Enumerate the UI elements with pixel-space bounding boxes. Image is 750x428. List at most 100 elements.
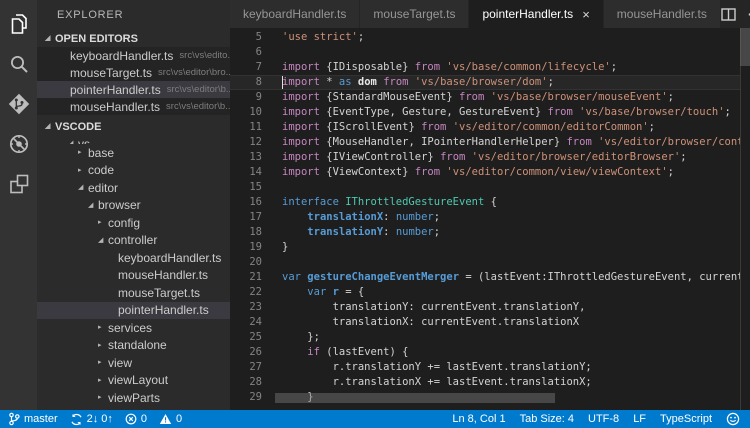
code-text: 'use strict';	[282, 30, 740, 45]
code-line-17[interactable]: 17 translationX: number;	[230, 210, 740, 225]
vertical-scrollbar-thumb[interactable]	[740, 28, 750, 66]
tree-item-view[interactable]: ▸view	[37, 354, 230, 372]
tree-item-services[interactable]: ▸services	[37, 319, 230, 337]
code-text: if (lastEvent) {	[282, 345, 740, 360]
code-line-18[interactable]: 18 translationY: number;	[230, 225, 740, 240]
line-number: 14	[230, 165, 282, 180]
open-editor-keyboardHandler.ts[interactable]: keyboardHandler.tssrc\vs\edito...	[37, 47, 230, 64]
status-eol[interactable]: LF	[633, 413, 646, 425]
code-line-24[interactable]: 24 translationX: currentEvent.translatio…	[230, 315, 740, 330]
code-line-25[interactable]: 25 };	[230, 330, 740, 345]
twisty-collapsed-icon: ▸	[98, 359, 108, 366]
activity-extensions[interactable]	[7, 172, 31, 196]
tree-item-mouseTarget.ts[interactable]: mouseTarget.ts	[37, 284, 230, 302]
open-editor-mouseTarget.ts[interactable]: mouseTarget.tssrc\vs\editor\bro...	[37, 64, 230, 81]
tree-item-mouseHandler.ts[interactable]: mouseHandler.ts	[37, 267, 230, 285]
code-line-10[interactable]: 10import {EventType, Gesture, GestureEve…	[230, 105, 740, 120]
activity-source-control[interactable]	[7, 92, 31, 116]
status-encoding-label: UTF-8	[588, 413, 619, 425]
status-sync[interactable]: 2↓ 0↑	[70, 413, 113, 426]
line-number: 16	[230, 195, 282, 210]
line-number: 7	[230, 60, 282, 75]
line-number: 25	[230, 330, 282, 345]
tree-item-config[interactable]: ▸config	[37, 214, 230, 232]
tab-keyboardHandler.ts[interactable]: keyboardHandler.ts	[230, 0, 360, 28]
code-line-26[interactable]: 26 if (lastEvent) {	[230, 345, 740, 360]
code-editor[interactable]: 5'use strict';67import {IDisposable} fro…	[230, 28, 750, 410]
code-line-13[interactable]: 13import {IViewController} from 'vs/edit…	[230, 150, 740, 165]
status-language-label: TypeScript	[660, 413, 712, 425]
tree-item-controller[interactable]: ◢controller	[37, 232, 230, 250]
code-line-22[interactable]: 22 var r = {	[230, 285, 740, 300]
tab-mouseTarget.ts[interactable]: mouseTarget.ts	[360, 0, 469, 28]
tree-item-browser[interactable]: ◢browser	[37, 197, 230, 215]
line-number: 28	[230, 375, 282, 390]
code-line-21[interactable]: 21var gestureChangeEventMerger = (lastEv…	[230, 270, 740, 285]
line-number: 23	[230, 300, 282, 315]
code-line-12[interactable]: 12import {MouseHandler, IPointerHandlerH…	[230, 135, 740, 150]
open-editors-list: keyboardHandler.tssrc\vs\edito...mouseTa…	[37, 47, 230, 115]
status-tab-size[interactable]: Tab Size: 4	[520, 413, 574, 425]
tree-item-standalone[interactable]: ▸standalone	[37, 337, 230, 355]
tree-item-label: viewParts	[108, 391, 160, 405]
status-language[interactable]: TypeScript	[660, 413, 712, 425]
code-line-28[interactable]: 28 r.translationX += lastEvent.translati…	[230, 375, 740, 390]
activity-search[interactable]	[7, 52, 31, 76]
tab-mouseHandler.ts[interactable]: mouseHandler.ts	[604, 0, 721, 28]
folder-tree-label: VSCODE	[55, 121, 101, 133]
code-line-6[interactable]: 6	[230, 45, 740, 60]
open-editor-mouseHandler.ts[interactable]: mouseHandler.tssrc\vs\editor\b...	[37, 98, 230, 115]
tree-item-vs[interactable]: ◢vs	[37, 135, 230, 144]
tree-item-viewParts[interactable]: ▸viewParts	[37, 389, 230, 407]
folder-tree-header[interactable]: ◢ VSCODE	[37, 118, 230, 135]
activity-explorer[interactable]	[7, 12, 31, 36]
code-line-23[interactable]: 23 translationY: currentEvent.translatio…	[230, 300, 740, 315]
code-line-20[interactable]: 20	[230, 255, 740, 270]
split-editor-icon[interactable]	[721, 8, 736, 21]
code-line-9[interactable]: 9import {StandardMouseEvent} from 'vs/ba…	[230, 90, 740, 105]
open-editor-pointerHandler.ts[interactable]: pointerHandler.tssrc\vs\editor\b..	[37, 81, 230, 98]
activity-debug[interactable]	[7, 132, 31, 156]
status-encoding[interactable]: UTF-8	[588, 413, 619, 425]
tree-item-label: mouseHandler.ts	[118, 268, 208, 282]
search-icon	[7, 52, 31, 76]
horizontal-scrollbar-thumb[interactable]	[275, 393, 555, 403]
code-text: translationY: number;	[282, 225, 740, 240]
twisty-collapsed-icon: ▸	[98, 219, 108, 226]
line-number: 5	[230, 30, 282, 45]
code-line-19[interactable]: 19}	[230, 240, 740, 255]
tree-item-code[interactable]: ▸code	[37, 162, 230, 180]
code-line-14[interactable]: 14import {ViewContext} from 'vs/editor/c…	[230, 165, 740, 180]
tree-item-viewLayout[interactable]: ▸viewLayout	[37, 372, 230, 390]
tab-close-icon[interactable]: ×	[582, 8, 590, 21]
tree-item-keyboardHandler.ts[interactable]: keyboardHandler.ts	[37, 249, 230, 267]
status-feedback[interactable]	[726, 412, 740, 426]
code-text: }	[282, 240, 740, 255]
status-eol-label: LF	[633, 413, 646, 425]
tab-label: pointerHandler.ts	[482, 7, 573, 21]
code-line-8[interactable]: 8import * as dom from 'vs/base/browser/d…	[230, 75, 740, 90]
code-line-16[interactable]: 16interface IThrottledGestureEvent {	[230, 195, 740, 210]
code-line-27[interactable]: 27 r.translationY += lastEvent.translati…	[230, 360, 740, 375]
folder-tree: ◢vs▸base▸code◢editor◢browser▸config◢cont…	[37, 135, 230, 410]
status-git-branch[interactable]: master	[8, 412, 58, 426]
code-line-5[interactable]: 5'use strict';	[230, 30, 740, 45]
tree-item-label: viewLayout	[108, 373, 168, 387]
tab-pointerHandler.ts[interactable]: pointerHandler.ts ×	[469, 0, 603, 28]
code-line-11[interactable]: 11import {IScrollEvent} from 'vs/editor/…	[230, 120, 740, 135]
open-editors-header[interactable]: ◢ OPEN EDITORS	[37, 30, 230, 47]
status-warnings[interactable]: 0	[159, 413, 182, 425]
code-text: translationX: currentEvent.translationX	[282, 315, 740, 330]
tree-item-base[interactable]: ▸base	[37, 144, 230, 162]
open-editors-label: OPEN EDITORS	[55, 33, 138, 45]
code-text: import {IViewController} from 'vs/editor…	[282, 150, 740, 165]
status-cursor-position[interactable]: Ln 8, Col 1	[452, 413, 505, 425]
code-line-15[interactable]: 15	[230, 180, 740, 195]
tree-item-editor[interactable]: ◢editor	[37, 179, 230, 197]
code-line-7[interactable]: 7import {IDisposable} from 'vs/base/comm…	[230, 60, 740, 75]
tree-item-pointerHandler.ts[interactable]: pointerHandler.ts	[37, 302, 230, 320]
status-errors[interactable]: 0	[125, 413, 147, 425]
open-editor-file-path: src\vs\editor\bro...	[158, 67, 230, 78]
files-icon	[7, 12, 31, 36]
tree-item-label: config	[108, 216, 140, 230]
